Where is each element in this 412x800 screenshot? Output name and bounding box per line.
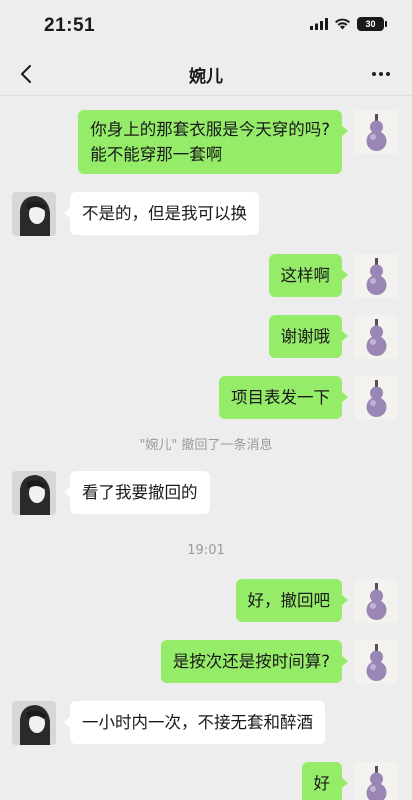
message-text: 你身上的那套衣服是今天穿的吗?: [90, 120, 330, 139]
message-text: 这样啊: [280, 266, 331, 285]
message-text: 不是的，但是我可以换: [82, 204, 247, 223]
message-bubble-self[interactable]: 好，撤回吧: [235, 579, 348, 622]
status-bar: 21:51 30: [0, 0, 412, 52]
gourd-avatar-icon: [354, 762, 398, 800]
message-bubble-other[interactable]: 一小时内一次，不接无套和醉酒: [64, 701, 325, 744]
message-bubble-other[interactable]: 看了我要撤回的: [64, 471, 210, 514]
message-bubble-self[interactable]: 谢谢哦: [268, 315, 348, 358]
message-bubble-other[interactable]: 不是的，但是我可以换: [64, 192, 259, 235]
message-text: 好，撤回吧: [247, 591, 331, 610]
portrait-avatar-icon: [12, 471, 56, 515]
avatar-self[interactable]: [354, 376, 398, 420]
avatar-self[interactable]: [354, 640, 398, 684]
message-text: 看了我要撤回的: [82, 483, 198, 502]
avatar-other[interactable]: [12, 192, 56, 236]
avatar-self[interactable]: [354, 762, 398, 800]
avatar-other[interactable]: [12, 701, 56, 745]
chat-title: 婉儿: [189, 67, 223, 87]
battery-icon: 30: [357, 17, 387, 31]
avatar-self[interactable]: [354, 110, 398, 154]
avatar-self[interactable]: [354, 315, 398, 359]
status-icons: 30: [310, 17, 387, 31]
message-text: 是按次还是按时间算?: [172, 652, 330, 671]
message-bubble-self[interactable]: 这样啊: [268, 254, 348, 297]
gourd-avatar-icon: [354, 640, 398, 684]
signal-icon: [310, 18, 328, 30]
gourd-avatar-icon: [354, 579, 398, 623]
message-text: 一小时内一次，不接无套和醉酒: [82, 713, 313, 732]
avatar-self[interactable]: [354, 254, 398, 298]
status-time: 21:51: [44, 15, 96, 36]
message-bubble-self[interactable]: 是按次还是按时间算?: [160, 640, 349, 683]
avatar-self[interactable]: [354, 579, 398, 623]
message-text: 能不能穿那一套啊: [90, 145, 223, 164]
portrait-avatar-icon: [12, 192, 56, 236]
wifi-icon: [335, 18, 350, 30]
message-bubble-self[interactable]: 项目表发一下: [219, 376, 348, 419]
portrait-avatar-icon: [12, 701, 56, 745]
more-button[interactable]: [368, 64, 394, 84]
message-text: 谢谢哦: [280, 327, 331, 346]
message-text: 项目表发一下: [231, 388, 330, 407]
message-bubble-self[interactable]: 你身上的那套衣服是今天穿的吗? 能不能穿那一套啊: [78, 110, 348, 174]
gourd-avatar-icon: [354, 110, 398, 154]
message-bubble-self[interactable]: 好: [301, 762, 348, 800]
avatar-other[interactable]: [12, 471, 56, 515]
chat-timestamp: 19:01: [187, 543, 225, 558]
chat-header: 婉儿: [0, 52, 412, 96]
gourd-avatar-icon: [354, 254, 398, 298]
message-text: 好: [313, 774, 331, 793]
gourd-avatar-icon: [354, 376, 398, 420]
recall-notice: "婉儿" 撤回了一条消息: [139, 438, 273, 453]
gourd-avatar-icon: [354, 315, 398, 359]
more-dots-icon: [372, 72, 376, 76]
